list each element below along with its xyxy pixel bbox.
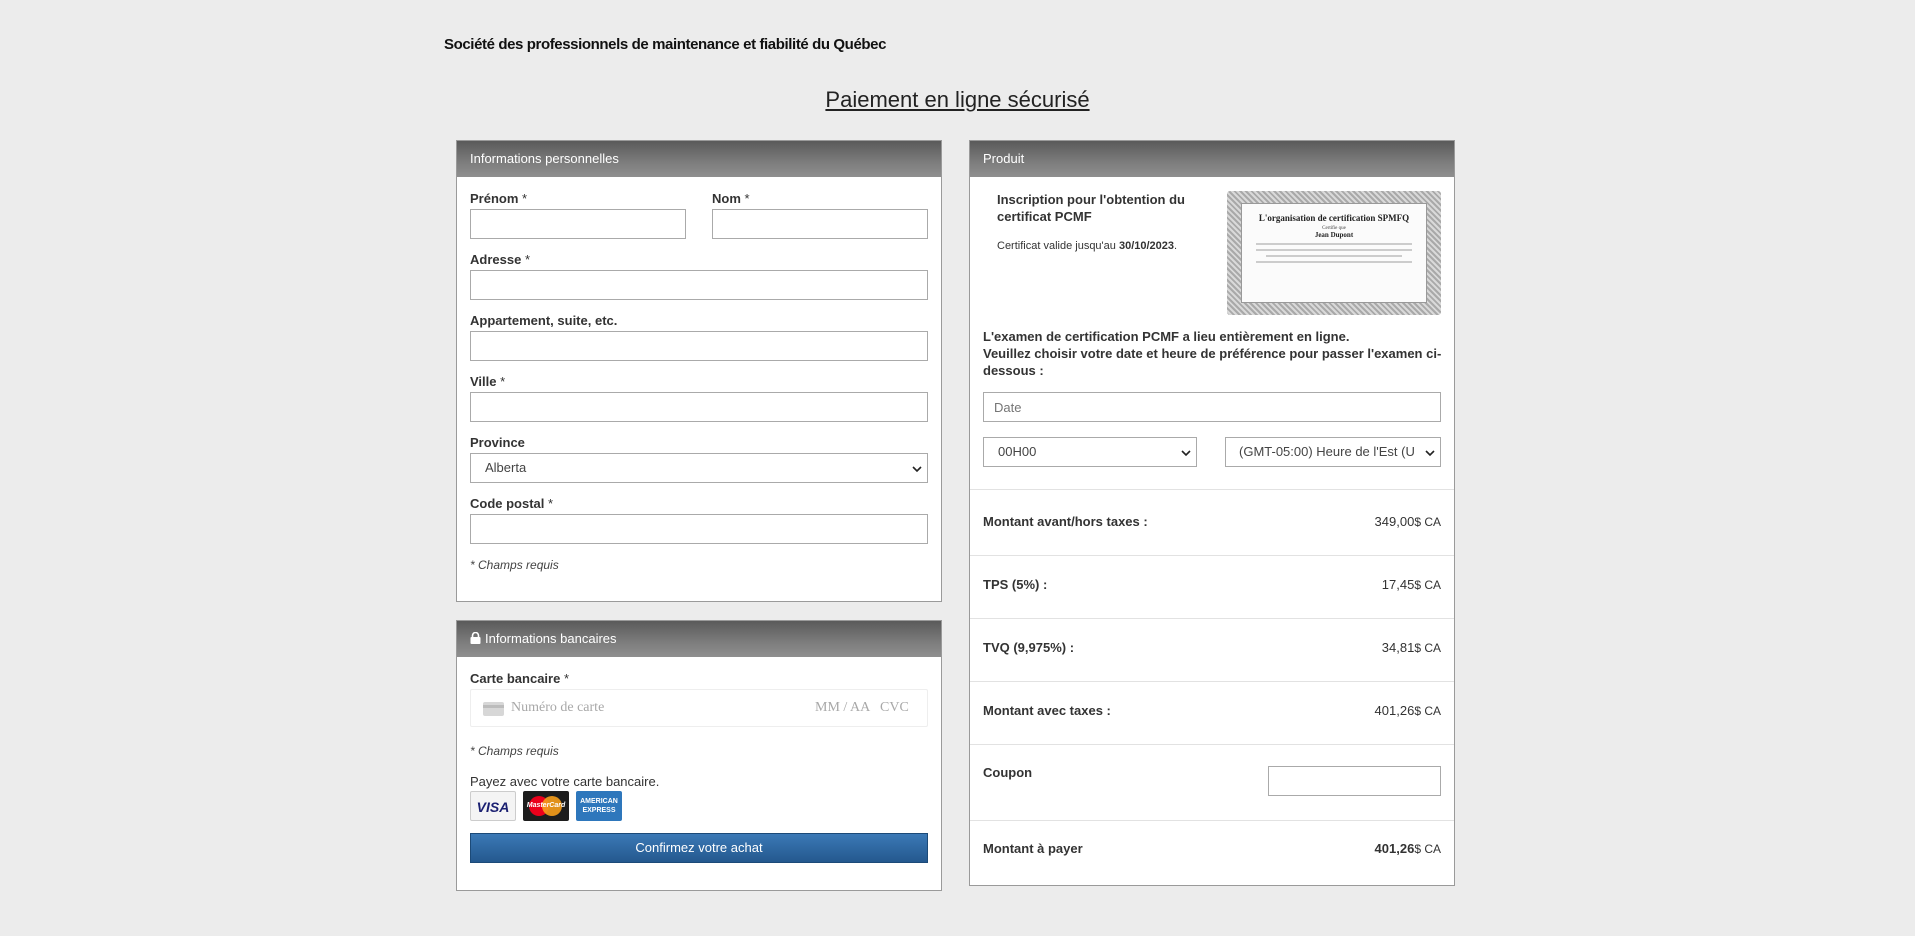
code-postal-input[interactable] xyxy=(470,514,928,544)
appartement-label: Appartement, suite, etc. xyxy=(470,313,618,328)
exam-info: L'examen de certification PCMF a lieu en… xyxy=(983,329,1442,378)
card-label: Carte bancaire * xyxy=(470,671,570,686)
subtotal-value: 349,00$ CA xyxy=(1374,514,1441,529)
confirm-purchase-button[interactable]: Confirmez votre achat xyxy=(470,833,928,863)
card-cvc-input[interactable]: CVC xyxy=(880,700,909,716)
ville-input[interactable] xyxy=(470,392,928,422)
exam-date-input[interactable] xyxy=(983,392,1441,422)
coupon-input[interactable] xyxy=(1268,766,1441,796)
product-name: Inscription pour l'obtention du certific… xyxy=(997,192,1185,224)
total-taxes-label: Montant avec taxes : xyxy=(983,703,1111,718)
required-fields-note: * Champs requis xyxy=(470,558,559,572)
exam-time-select[interactable]: 00H00 xyxy=(983,437,1197,467)
bank-info-header: Informations bancaires xyxy=(457,621,941,657)
lock-icon xyxy=(470,632,481,644)
amount-to-pay-label: Montant à payer xyxy=(983,841,1083,856)
adresse-label: Adresse * xyxy=(470,252,530,267)
bank-required-note: * Champs requis xyxy=(470,744,559,758)
card-input-row[interactable]: Numéro de carte MM / AA CVC xyxy=(470,689,928,727)
mastercard-logo: MasterCard xyxy=(523,791,569,821)
validity-date: 30/10/2023 xyxy=(1118,240,1175,252)
appartement-input[interactable] xyxy=(470,331,928,361)
card-number-input[interactable]: Numéro de carte xyxy=(511,700,604,716)
tps-value: 17,45$ CA xyxy=(1381,577,1441,592)
personal-info-header: Informations personnelles xyxy=(457,141,941,177)
subtotal-label: Montant avant/hors taxes : xyxy=(983,514,1148,529)
prenom-input[interactable] xyxy=(470,209,686,239)
adresse-input[interactable] xyxy=(470,270,928,300)
certificate-image: L'organisation de certification SPMFQ Ce… xyxy=(1227,191,1441,315)
nom-input[interactable] xyxy=(712,209,928,239)
card-expiry-input[interactable]: MM / AA xyxy=(815,700,870,716)
chevron-down-icon xyxy=(1425,450,1435,457)
product-header: Produit xyxy=(970,141,1454,177)
page-title: Paiement en ligne sécurisé xyxy=(825,87,1090,112)
product-panel: Produit Inscription pour l'obtention du … xyxy=(969,140,1455,886)
tvq-value: 34,81$ CA xyxy=(1381,640,1441,655)
province-select[interactable]: Alberta xyxy=(470,453,928,483)
province-selected-value: Alberta xyxy=(485,460,527,475)
personal-info-panel: Informations personnelles Prénom * Nom *… xyxy=(456,140,942,602)
pay-with-text: Payez avec votre carte bancaire. xyxy=(470,774,660,789)
credit-card-icon xyxy=(483,702,504,716)
certificate-validity: Certificat valide jusqu'au 30/10/2023. xyxy=(997,240,1178,252)
amex-logo: AMERICAN EXPRESS xyxy=(576,791,622,821)
price-row-subtotal xyxy=(970,489,1454,490)
tps-label: TPS (5%) : xyxy=(983,577,1048,592)
exam-time-value: 00H00 xyxy=(998,444,1037,459)
total-taxes-value: 401,26$ CA xyxy=(1374,703,1441,718)
visa-logo: VISA xyxy=(470,791,516,821)
timezone-select[interactable]: (GMT-05:00) Heure de l'Est (U xyxy=(1225,437,1441,467)
certificate-holder: Jean Dupont xyxy=(1314,231,1354,239)
tvq-label: TVQ (9,975%) : xyxy=(983,640,1075,655)
chevron-down-icon xyxy=(1181,450,1191,457)
code-postal-label: Code postal * xyxy=(470,496,554,511)
coupon-label: Coupon xyxy=(983,765,1033,780)
bank-info-panel: Informations bancaires Carte bancaire * … xyxy=(456,620,942,891)
chevron-down-icon xyxy=(912,466,922,473)
organization-name: Société des professionnels de maintenanc… xyxy=(444,36,887,53)
prenom-label: Prénom * xyxy=(470,191,528,206)
amount-to-pay-value: 401,26$ CA xyxy=(1374,841,1441,856)
timezone-value: (GMT-05:00) Heure de l'Est (U xyxy=(1239,444,1415,459)
province-label: Province xyxy=(470,435,525,450)
ville-label: Ville * xyxy=(470,374,506,389)
nom-label: Nom * xyxy=(712,191,750,206)
certificate-title: L'organisation de certification SPMFQ xyxy=(1258,213,1410,223)
